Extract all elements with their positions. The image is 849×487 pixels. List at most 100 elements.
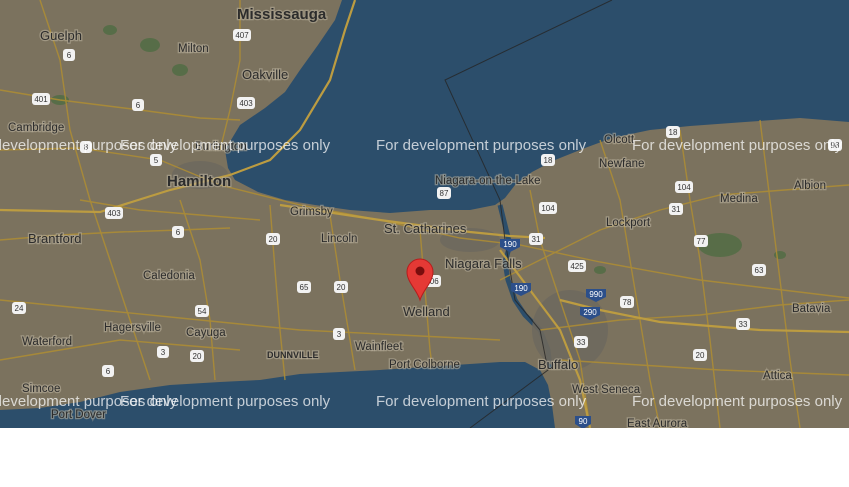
svg-text:77: 77 xyxy=(697,237,706,246)
label-waterford: Waterford xyxy=(22,336,72,348)
label-attica: Attica xyxy=(763,370,792,382)
label-newfane: Newfane xyxy=(599,158,644,170)
shield-403: 403 xyxy=(105,207,123,219)
label-albion: Albion xyxy=(794,180,826,192)
svg-text:20: 20 xyxy=(193,352,202,361)
svg-text:20: 20 xyxy=(696,351,705,360)
svg-text:190: 190 xyxy=(514,284,528,293)
label-east-aurora: East Aurora xyxy=(627,418,688,428)
shield-20: 20 xyxy=(693,349,707,361)
label-caledonia: Caledonia xyxy=(143,270,195,282)
label-hagersville: Hagersville xyxy=(104,322,161,334)
shield-403: 403 xyxy=(237,97,255,109)
svg-text:87: 87 xyxy=(440,189,449,198)
shield-20: 20 xyxy=(190,350,204,362)
label-niagara-on-the-lake: Niagara-on-the-Lake xyxy=(435,175,540,187)
label-mississauga: Mississauga xyxy=(237,6,327,23)
svg-text:3: 3 xyxy=(161,348,166,357)
label-brantford: Brantford xyxy=(28,231,81,246)
map-canvas[interactable]: 407 6 401 403 6 8 5 403 6 20 65 20 54 3 … xyxy=(0,0,849,428)
shield-425: 425 xyxy=(568,260,586,272)
shield-6: 6 xyxy=(132,99,144,111)
label-grimsby: Grimsby xyxy=(290,206,333,218)
shield-65: 65 xyxy=(297,281,311,293)
label-guelph: Guelph xyxy=(40,28,82,43)
shield-3: 3 xyxy=(157,346,169,358)
label-niagara-falls: Niagara Falls xyxy=(445,256,522,271)
watermark: For development purposes only xyxy=(632,393,843,410)
svg-text:401: 401 xyxy=(34,95,48,104)
svg-text:6: 6 xyxy=(106,367,111,376)
svg-text:31: 31 xyxy=(532,235,541,244)
shield-33: 33 xyxy=(736,318,750,330)
svg-text:18: 18 xyxy=(669,128,678,137)
shield-104: 104 xyxy=(675,181,693,193)
watermark: For development purposes only xyxy=(376,393,587,410)
shield-6: 6 xyxy=(102,365,114,377)
label-cayuga: Cayuga xyxy=(186,327,226,339)
svg-text:33: 33 xyxy=(577,338,586,347)
svg-text:403: 403 xyxy=(239,99,253,108)
label-st-catharines: St. Catharines xyxy=(384,221,467,236)
svg-text:6: 6 xyxy=(136,101,141,110)
shield-401: 401 xyxy=(32,93,50,105)
label-cambridge: Cambridge xyxy=(8,122,64,134)
svg-text:104: 104 xyxy=(541,204,555,213)
svg-text:3: 3 xyxy=(337,330,342,339)
label-buffalo: Buffalo xyxy=(538,357,578,372)
shield-54: 54 xyxy=(195,305,209,317)
svg-text:407: 407 xyxy=(235,31,249,40)
label-lockport: Lockport xyxy=(606,217,651,229)
svg-text:24: 24 xyxy=(15,304,24,313)
svg-text:990: 990 xyxy=(589,290,603,299)
svg-text:78: 78 xyxy=(623,298,632,307)
shield-407: 407 xyxy=(233,29,251,41)
shield-3: 3 xyxy=(333,328,345,340)
label-milton: Milton xyxy=(178,43,209,55)
shield-31: 31 xyxy=(529,233,543,245)
svg-text:104: 104 xyxy=(677,183,691,192)
svg-text:20: 20 xyxy=(337,283,346,292)
label-port-dover: Port Dover xyxy=(51,409,106,421)
watermark: For development purposes only xyxy=(120,393,331,410)
shield-24: 24 xyxy=(12,302,26,314)
svg-text:6: 6 xyxy=(67,51,72,60)
shield-78: 78 xyxy=(620,296,634,308)
shield-20: 20 xyxy=(266,233,280,245)
svg-text:63: 63 xyxy=(755,266,764,275)
shield-18: 18 xyxy=(541,154,555,166)
label-oakville: Oakville xyxy=(242,67,288,82)
shield-5: 5 xyxy=(150,154,162,166)
svg-text:31: 31 xyxy=(672,205,681,214)
shield-31: 31 xyxy=(669,203,683,215)
map-view[interactable]: 407 6 401 403 6 8 5 403 6 20 65 20 54 3 … xyxy=(0,0,849,428)
svg-text:20: 20 xyxy=(269,235,278,244)
label-welland: Welland xyxy=(403,304,450,319)
svg-text:403: 403 xyxy=(107,209,121,218)
svg-text:65: 65 xyxy=(300,283,309,292)
shield-77: 77 xyxy=(694,235,708,247)
label-lincoln: Lincoln xyxy=(321,233,357,245)
label-port-colborne: Port Colborne xyxy=(389,359,460,371)
shield-63: 63 xyxy=(752,264,766,276)
shield-104: 104 xyxy=(539,202,557,214)
svg-text:290: 290 xyxy=(583,308,597,317)
svg-text:5: 5 xyxy=(154,156,159,165)
shield-20: 20 xyxy=(334,281,348,293)
label-wainfleet: Wainfleet xyxy=(355,341,403,353)
shield-87: 87 xyxy=(437,187,451,199)
label-batavia: Batavia xyxy=(792,303,831,315)
shield-33: 33 xyxy=(574,336,588,348)
blank-area xyxy=(0,428,849,487)
svg-text:6: 6 xyxy=(176,228,181,237)
watermark: For development purposes only xyxy=(376,137,587,154)
svg-text:18: 18 xyxy=(544,156,553,165)
svg-text:90: 90 xyxy=(579,417,588,426)
shield-6: 6 xyxy=(63,49,75,61)
label-olcott: Olcott xyxy=(604,134,635,146)
shield-6: 6 xyxy=(172,226,184,238)
svg-text:425: 425 xyxy=(570,262,584,271)
label-hamilton: Hamilton xyxy=(167,173,231,190)
svg-text:190: 190 xyxy=(503,240,517,249)
watermark: For development purposes only xyxy=(632,137,843,154)
